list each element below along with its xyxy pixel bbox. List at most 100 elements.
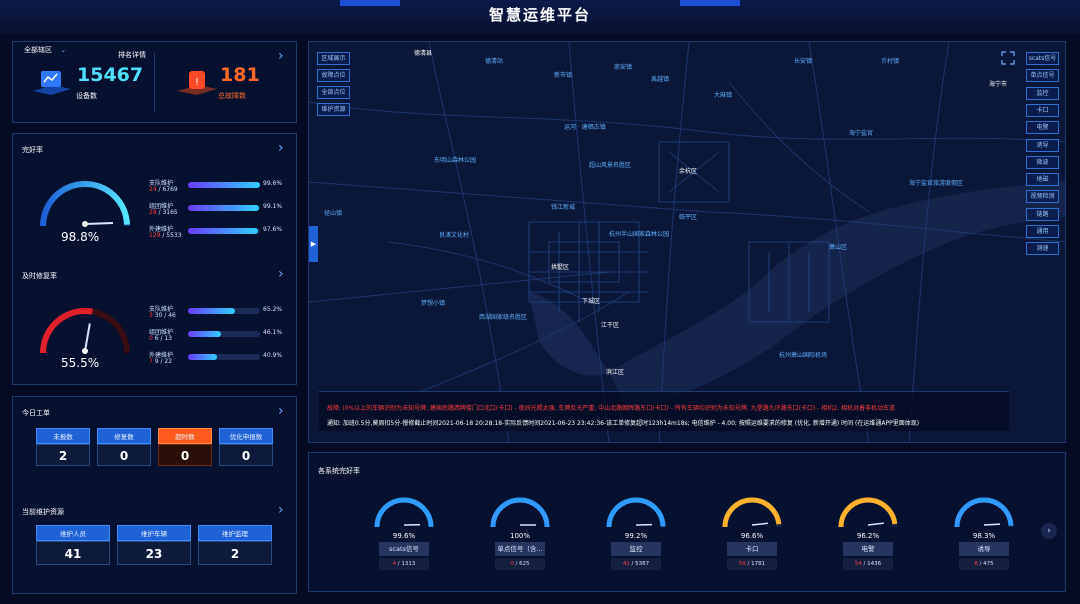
map-filter-button[interactable]: 诱导 bbox=[1026, 138, 1059, 152]
order-stat-label: 修复数 bbox=[97, 428, 151, 444]
page-title: 智慧运维平台 bbox=[488, 6, 591, 24]
order-stat-value[interactable]: 0 bbox=[158, 444, 212, 466]
system-name[interactable]: 卡口 bbox=[727, 542, 777, 556]
total-count: 9 / 22 bbox=[152, 358, 173, 365]
alert-line: 故障: i0%以上的车辆识别为未知号牌, 建国南路西牌楼门口北口(卡口) - 夜… bbox=[327, 405, 895, 412]
map-filter-button[interactable]: 测速 bbox=[1026, 242, 1059, 256]
progress-bar bbox=[188, 354, 260, 360]
total-count: / 3165 bbox=[156, 209, 178, 216]
system-name[interactable]: scats信号 bbox=[379, 542, 429, 556]
map-filter-button[interactable]: 监控 bbox=[1026, 86, 1059, 100]
region-select[interactable]: 全部辖区 ⌄ bbox=[24, 45, 66, 55]
system-gauge bbox=[722, 497, 782, 528]
system-count: 54 / 1436 bbox=[843, 558, 893, 570]
chevron-right-icon[interactable]: › bbox=[278, 48, 284, 64]
map-layer-button[interactable]: 全部点位 bbox=[317, 86, 350, 99]
progress-percent: 46.1% bbox=[263, 329, 283, 336]
progress-fill bbox=[188, 205, 260, 211]
repair-title: 及时修复率 bbox=[22, 272, 57, 280]
system-gauge-arc bbox=[838, 497, 898, 528]
chevron-right-icon[interactable]: › bbox=[278, 502, 284, 518]
system-count: 4 / 1313 bbox=[379, 558, 429, 570]
total-count: / 5387 bbox=[629, 561, 650, 567]
system-percent: 96.6% bbox=[740, 532, 764, 540]
resource-stat-value[interactable]: 41 bbox=[36, 541, 110, 565]
metric-row-count: 28 / 3165 bbox=[149, 209, 178, 216]
map-collapse-toggle[interactable]: ▶ bbox=[309, 226, 318, 262]
map-filter-button[interactable]: 链路 bbox=[1026, 207, 1059, 221]
order-stat-value[interactable]: 0 bbox=[97, 444, 151, 466]
map-place-label: 杭州半山国家森林公园 bbox=[609, 231, 670, 238]
map-filter-button[interactable]: 视频检测 bbox=[1026, 190, 1059, 204]
chevron-right-icon[interactable]: › bbox=[278, 266, 284, 282]
progress-percent: 99.1% bbox=[263, 203, 283, 210]
fault-count: 54 bbox=[854, 561, 862, 567]
map-filter-button[interactable]: 微波 bbox=[1026, 155, 1059, 169]
map-place-label: 拱墅区 bbox=[551, 264, 570, 271]
total-count: / 5533 bbox=[160, 232, 182, 239]
system-card: 96.6% 卡口 59 / 1781 bbox=[707, 491, 797, 581]
intact-title: 完好率 bbox=[22, 146, 43, 154]
metric-row-count: 129 / 5533 bbox=[149, 232, 182, 239]
fault-count: 28 bbox=[149, 209, 157, 216]
intact-gauge-needle bbox=[84, 221, 114, 225]
system-percent: 100% bbox=[509, 532, 530, 540]
resource-stat-value[interactable]: 2 bbox=[198, 541, 272, 565]
fullscreen-icon[interactable] bbox=[1001, 50, 1015, 65]
system-name[interactable]: 诱导 bbox=[959, 542, 1009, 556]
map-place-label: 德清站 bbox=[485, 58, 504, 65]
map-place-label: 海宁盐官旅游度假区 bbox=[909, 180, 964, 187]
system-count: 41 / 5387 bbox=[611, 558, 661, 570]
chevron-right-icon: › bbox=[1047, 526, 1051, 536]
device-count: 15467 bbox=[77, 64, 144, 86]
order-stat-label: 未报数 bbox=[36, 428, 90, 444]
map-place-label: 禹越镇 bbox=[651, 76, 670, 83]
system-name[interactable]: 监控 bbox=[611, 542, 661, 556]
map-filter-button[interactable]: 单点信号 bbox=[1026, 69, 1059, 83]
metric-row-count: 7 9 / 22 bbox=[149, 358, 172, 365]
order-stat-value[interactable]: 0 bbox=[219, 444, 273, 466]
chevron-right-icon[interactable]: › bbox=[278, 140, 284, 156]
map-place-label: 钱江新城 bbox=[551, 204, 576, 211]
header-bar: 智慧运维平台 bbox=[0, 0, 1080, 34]
metric-row-count: 24 / 6769 bbox=[149, 186, 178, 193]
systems-panel: 各系统完好率 99.6% scats信号 4 / 1313 100% 单点信号（含...… bbox=[308, 452, 1066, 592]
next-page-button[interactable]: › bbox=[1041, 523, 1057, 539]
intact-gauge-value: 98.8% bbox=[61, 230, 100, 244]
map-filter-button[interactable]: 电警 bbox=[1026, 121, 1059, 135]
intact-gauge-arc bbox=[40, 181, 130, 227]
system-gauge-needle bbox=[867, 522, 884, 526]
resource-stat-value[interactable]: 23 bbox=[117, 541, 191, 565]
map-place-label: 良渚文化村 bbox=[439, 232, 470, 239]
map-filter-button[interactable]: 通用 bbox=[1026, 225, 1059, 238]
chevron-down-icon: ⌄ bbox=[60, 46, 67, 54]
map-layer-button[interactable]: 区域展示 bbox=[317, 52, 350, 65]
resources-title: 当前维护资源 bbox=[22, 508, 64, 516]
progress-percent: 97.6% bbox=[263, 226, 283, 233]
order-stat-label: 优化申报数 bbox=[219, 428, 273, 444]
fault-count: 41 bbox=[622, 561, 630, 567]
system-card: 99.6% scats信号 4 / 1313 bbox=[359, 491, 449, 581]
progress-bar bbox=[188, 205, 260, 211]
chevron-right-icon[interactable]: › bbox=[278, 403, 284, 419]
map-filter-button[interactable]: 地磁 bbox=[1026, 173, 1059, 187]
map-filter-button[interactable]: scats信号 bbox=[1026, 52, 1059, 65]
system-name[interactable]: 电警 bbox=[843, 542, 893, 556]
total-count: / 475 bbox=[977, 561, 994, 567]
map-place-label: 长安镇 bbox=[794, 58, 813, 65]
map-layer-button[interactable]: 故障点位 bbox=[317, 69, 350, 82]
map-layer-button[interactable]: 维护资源 bbox=[317, 103, 350, 116]
order-stat-value[interactable]: 2 bbox=[36, 444, 90, 466]
system-gauge bbox=[838, 497, 898, 528]
map-panel[interactable]: 德清县 德清站 新市镇 崇安镇 禹越镇 大麻镇 长安镇 许村镇 海宁市 余杭区 临平区 拱墅区 下城区江… bbox=[308, 41, 1066, 443]
system-gauge-needle bbox=[751, 522, 768, 526]
map-place-label: 超山风景名胜区 bbox=[589, 162, 632, 169]
system-card: 96.2% 电警 54 / 1436 bbox=[823, 491, 913, 581]
map-place-label: 径山镇 bbox=[324, 210, 343, 217]
ranking-link[interactable]: 排名详情 bbox=[118, 50, 146, 60]
map-place-label: 运河 · 塘栖古镇 bbox=[564, 124, 606, 131]
progress-fill bbox=[188, 228, 259, 234]
system-name[interactable]: 单点信号（含... bbox=[495, 542, 545, 556]
device-label: 设备数 bbox=[76, 92, 97, 100]
map-filter-button[interactable]: 卡口 bbox=[1026, 103, 1059, 117]
